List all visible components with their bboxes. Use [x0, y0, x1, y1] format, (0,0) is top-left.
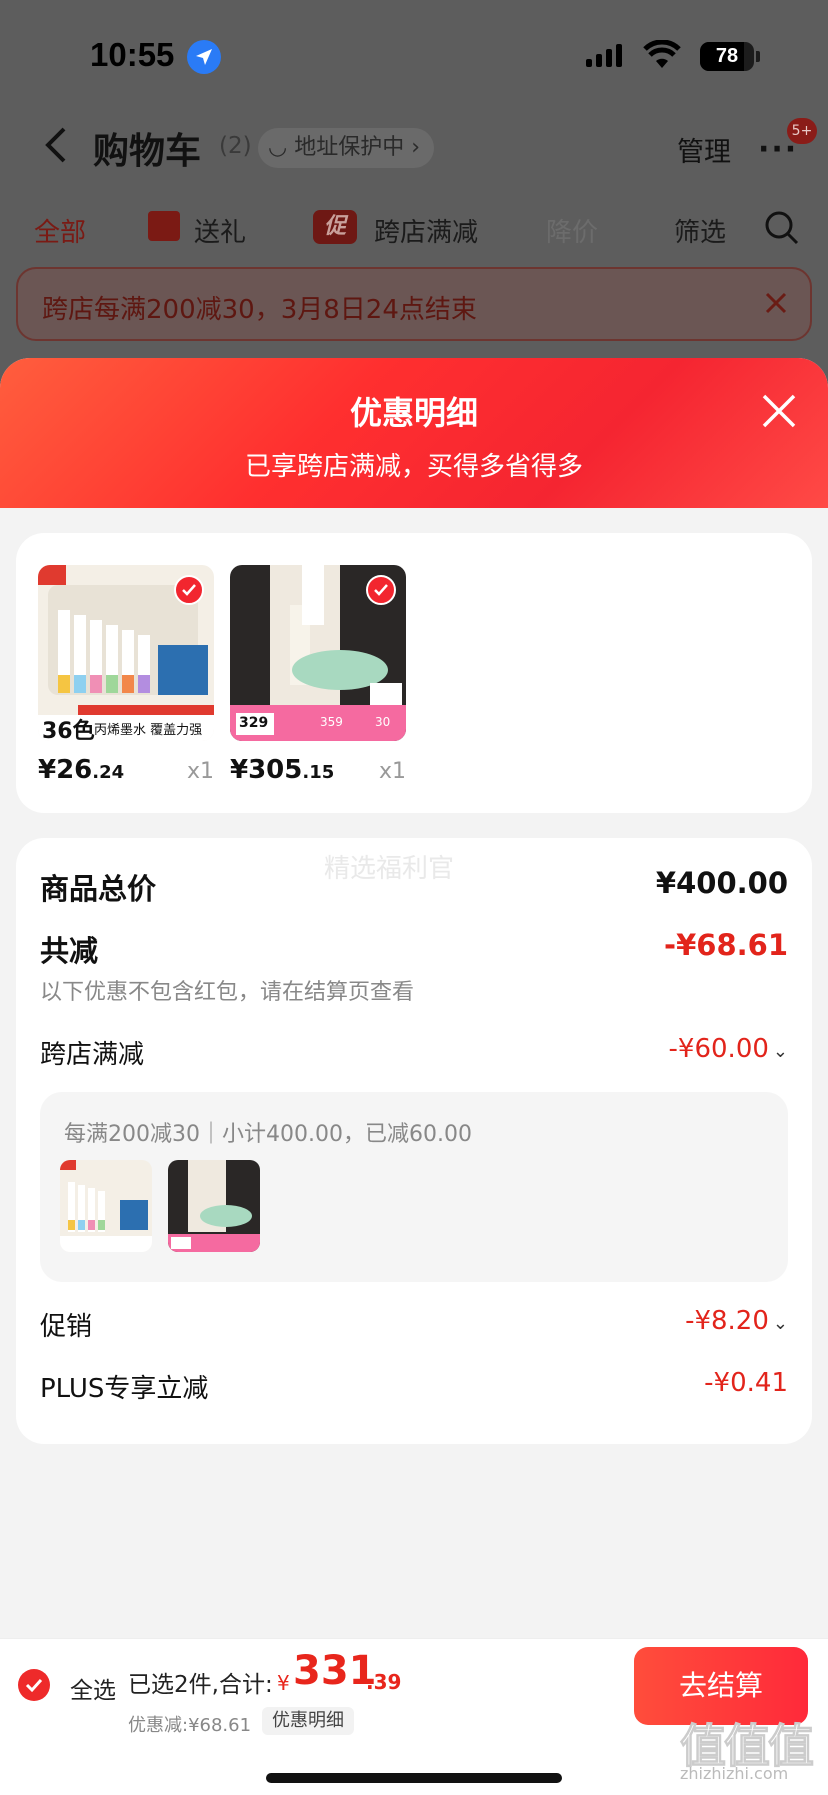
product-caption: 丙烯墨水 覆盖力强 [94, 723, 203, 738]
discount-summary: 优惠减:¥68.61 [128, 1715, 252, 1736]
total-decimal: .39 [366, 1670, 402, 1694]
filter-tabs: 全部 送礼 跨店满减 降价 筛选 [0, 200, 828, 260]
promo-banner-text: 跨店每满200减30，3月8日24点结束 [42, 295, 477, 325]
product-item[interactable]: 36色 丙烯墨水 覆盖力强 ¥26.24 x1 [38, 565, 214, 785]
price-integer: ¥305 [230, 755, 303, 785]
price-integer: ¥26 [38, 755, 93, 785]
chevron-right-icon: › [404, 135, 421, 160]
product-image-sneakers[interactable]: 329 359 30 [230, 565, 406, 741]
price-tag: 30 [375, 715, 391, 729]
price-tag: 359 [320, 715, 343, 729]
discount-row: 共减 -¥68.61 以下优惠不包含红包，请在结算页查看 [40, 928, 788, 1008]
promo-icon: 促 [313, 210, 357, 244]
total-row: 商品总价 ¥400.00 [40, 866, 788, 906]
notification-badge: 5+ [787, 118, 817, 144]
tab-gift[interactable]: 送礼 [194, 212, 246, 249]
wifi-icon [643, 40, 681, 68]
discount-label: 共减 [40, 934, 99, 968]
product-badge: 36色 [42, 719, 95, 741]
product-quantity: x1 [186, 759, 214, 784]
chevron-down-icon[interactable]: ⌄ [773, 1313, 788, 1334]
price-decimal: .15 [302, 762, 335, 783]
close-icon[interactable] [764, 291, 788, 315]
price-tag: 329 [239, 715, 269, 731]
discount-detail-button[interactable]: 优惠明细 [262, 1707, 354, 1735]
selected-products-card: 36色 丙烯墨水 覆盖力强 ¥26.24 x1 329 359 30 ¥305.… [16, 533, 812, 813]
total-currency: ¥ [277, 1671, 290, 1695]
checkbox-checked-icon[interactable] [174, 575, 204, 605]
promotion-value: -¥8.20 [685, 1306, 769, 1336]
discount-note: 以下优惠不包含红包，请在结算页查看 [40, 980, 415, 1005]
product-price: ¥305.15 [230, 755, 334, 785]
address-protection-label: 地址保护中 [294, 135, 405, 160]
tab-cross-store[interactable]: 跨店满减 [374, 212, 478, 249]
promotion-row[interactable]: 促销 -¥8.20 ⌄ [40, 1306, 788, 1346]
select-all-checkbox-icon[interactable] [18, 1669, 50, 1701]
manage-button[interactable]: 管理 [677, 130, 731, 169]
cross-store-detail-text: 每满200减30｜小计400.00，已减60.00 [64, 1122, 472, 1147]
gift-icon [148, 211, 180, 241]
total-integer: 331 [293, 1648, 377, 1694]
back-chevron-icon[interactable] [38, 125, 78, 165]
location-arrow-icon [187, 40, 221, 74]
product-price: ¥26.24 [38, 755, 124, 785]
cart-count: (2) [219, 133, 252, 159]
plus-value: -¥0.41 [704, 1368, 788, 1398]
cross-store-row[interactable]: 跨店满减 -¥60.00 ⌄ [40, 1034, 788, 1074]
select-all-label[interactable]: 全选 [70, 1671, 116, 1705]
cross-store-label: 跨店满减 [40, 1040, 145, 1070]
product-quantity: x1 [378, 759, 406, 784]
price-decimal: .24 [92, 762, 125, 783]
checkbox-checked-icon[interactable] [366, 575, 396, 605]
sheet-header: 优惠明细 已享跨店满减，买得多省得多 [0, 358, 828, 508]
status-time: 10:55 [90, 36, 175, 73]
address-protection-pill[interactable]: ◡ 地址保护中 › [258, 128, 435, 168]
cross-store-value-wrap: -¥60.00 ⌄ [669, 1034, 788, 1064]
promotion-label: 促销 [40, 1312, 93, 1342]
tab-filter[interactable]: 筛选 [674, 212, 726, 249]
product-image-markers[interactable]: 36色 丙烯墨水 覆盖力强 [38, 565, 214, 741]
discount-value: -¥68.61 [664, 928, 788, 962]
mini-product-image [60, 1160, 152, 1252]
page-title: 购物车 [93, 131, 202, 172]
close-icon[interactable] [760, 392, 798, 430]
home-indicator[interactable] [266, 1773, 562, 1783]
site-watermark-url: zhizhizhi.com [680, 1764, 789, 1783]
cellular-signal-icon [586, 44, 622, 67]
shield-icon: ◡ [268, 135, 295, 160]
cross-store-value: -¥60.00 [668, 1034, 769, 1064]
tab-all[interactable]: 全部 [34, 212, 86, 249]
plus-label: PLUS专享立减 [40, 1374, 209, 1404]
battery-icon: 78 [700, 42, 760, 71]
promo-banner[interactable]: 跨店每满200减30，3月8日24点结束 [16, 267, 812, 341]
mini-product-image [168, 1160, 260, 1252]
product-item[interactable]: 329 359 30 ¥305.15 x1 [230, 565, 406, 785]
sheet-title: 优惠明细 [349, 394, 478, 432]
total-label: 商品总价 [40, 872, 157, 906]
tab-price-drop[interactable]: 降价 [546, 212, 598, 249]
total-value: ¥400.00 [655, 866, 788, 900]
chevron-down-icon[interactable]: ⌄ [773, 1041, 788, 1062]
selected-summary: 已选2件,合计: [128, 1672, 273, 1698]
search-icon[interactable] [764, 210, 800, 246]
battery-level: 78 [715, 45, 739, 67]
promotion-value-wrap: -¥8.20 ⌄ [685, 1306, 788, 1336]
price-breakdown-card: 精选福利官 商品总价 ¥400.00 共减 -¥68.61 以下优惠不包含红包，… [16, 838, 812, 1444]
discount-detail-sheet: 优惠明细 已享跨店满减，买得多省得多 36色 丙烯墨水 覆盖力强 ¥26.24 … [0, 358, 828, 1795]
plus-row: PLUS专享立减 -¥0.41 [40, 1368, 788, 1408]
sheet-subtitle: 已享跨店满减，买得多省得多 [244, 452, 583, 482]
status-bar: 10:55 78 [0, 0, 828, 110]
cross-store-detail: 每满200减30｜小计400.00，已减60.00 [40, 1092, 788, 1282]
